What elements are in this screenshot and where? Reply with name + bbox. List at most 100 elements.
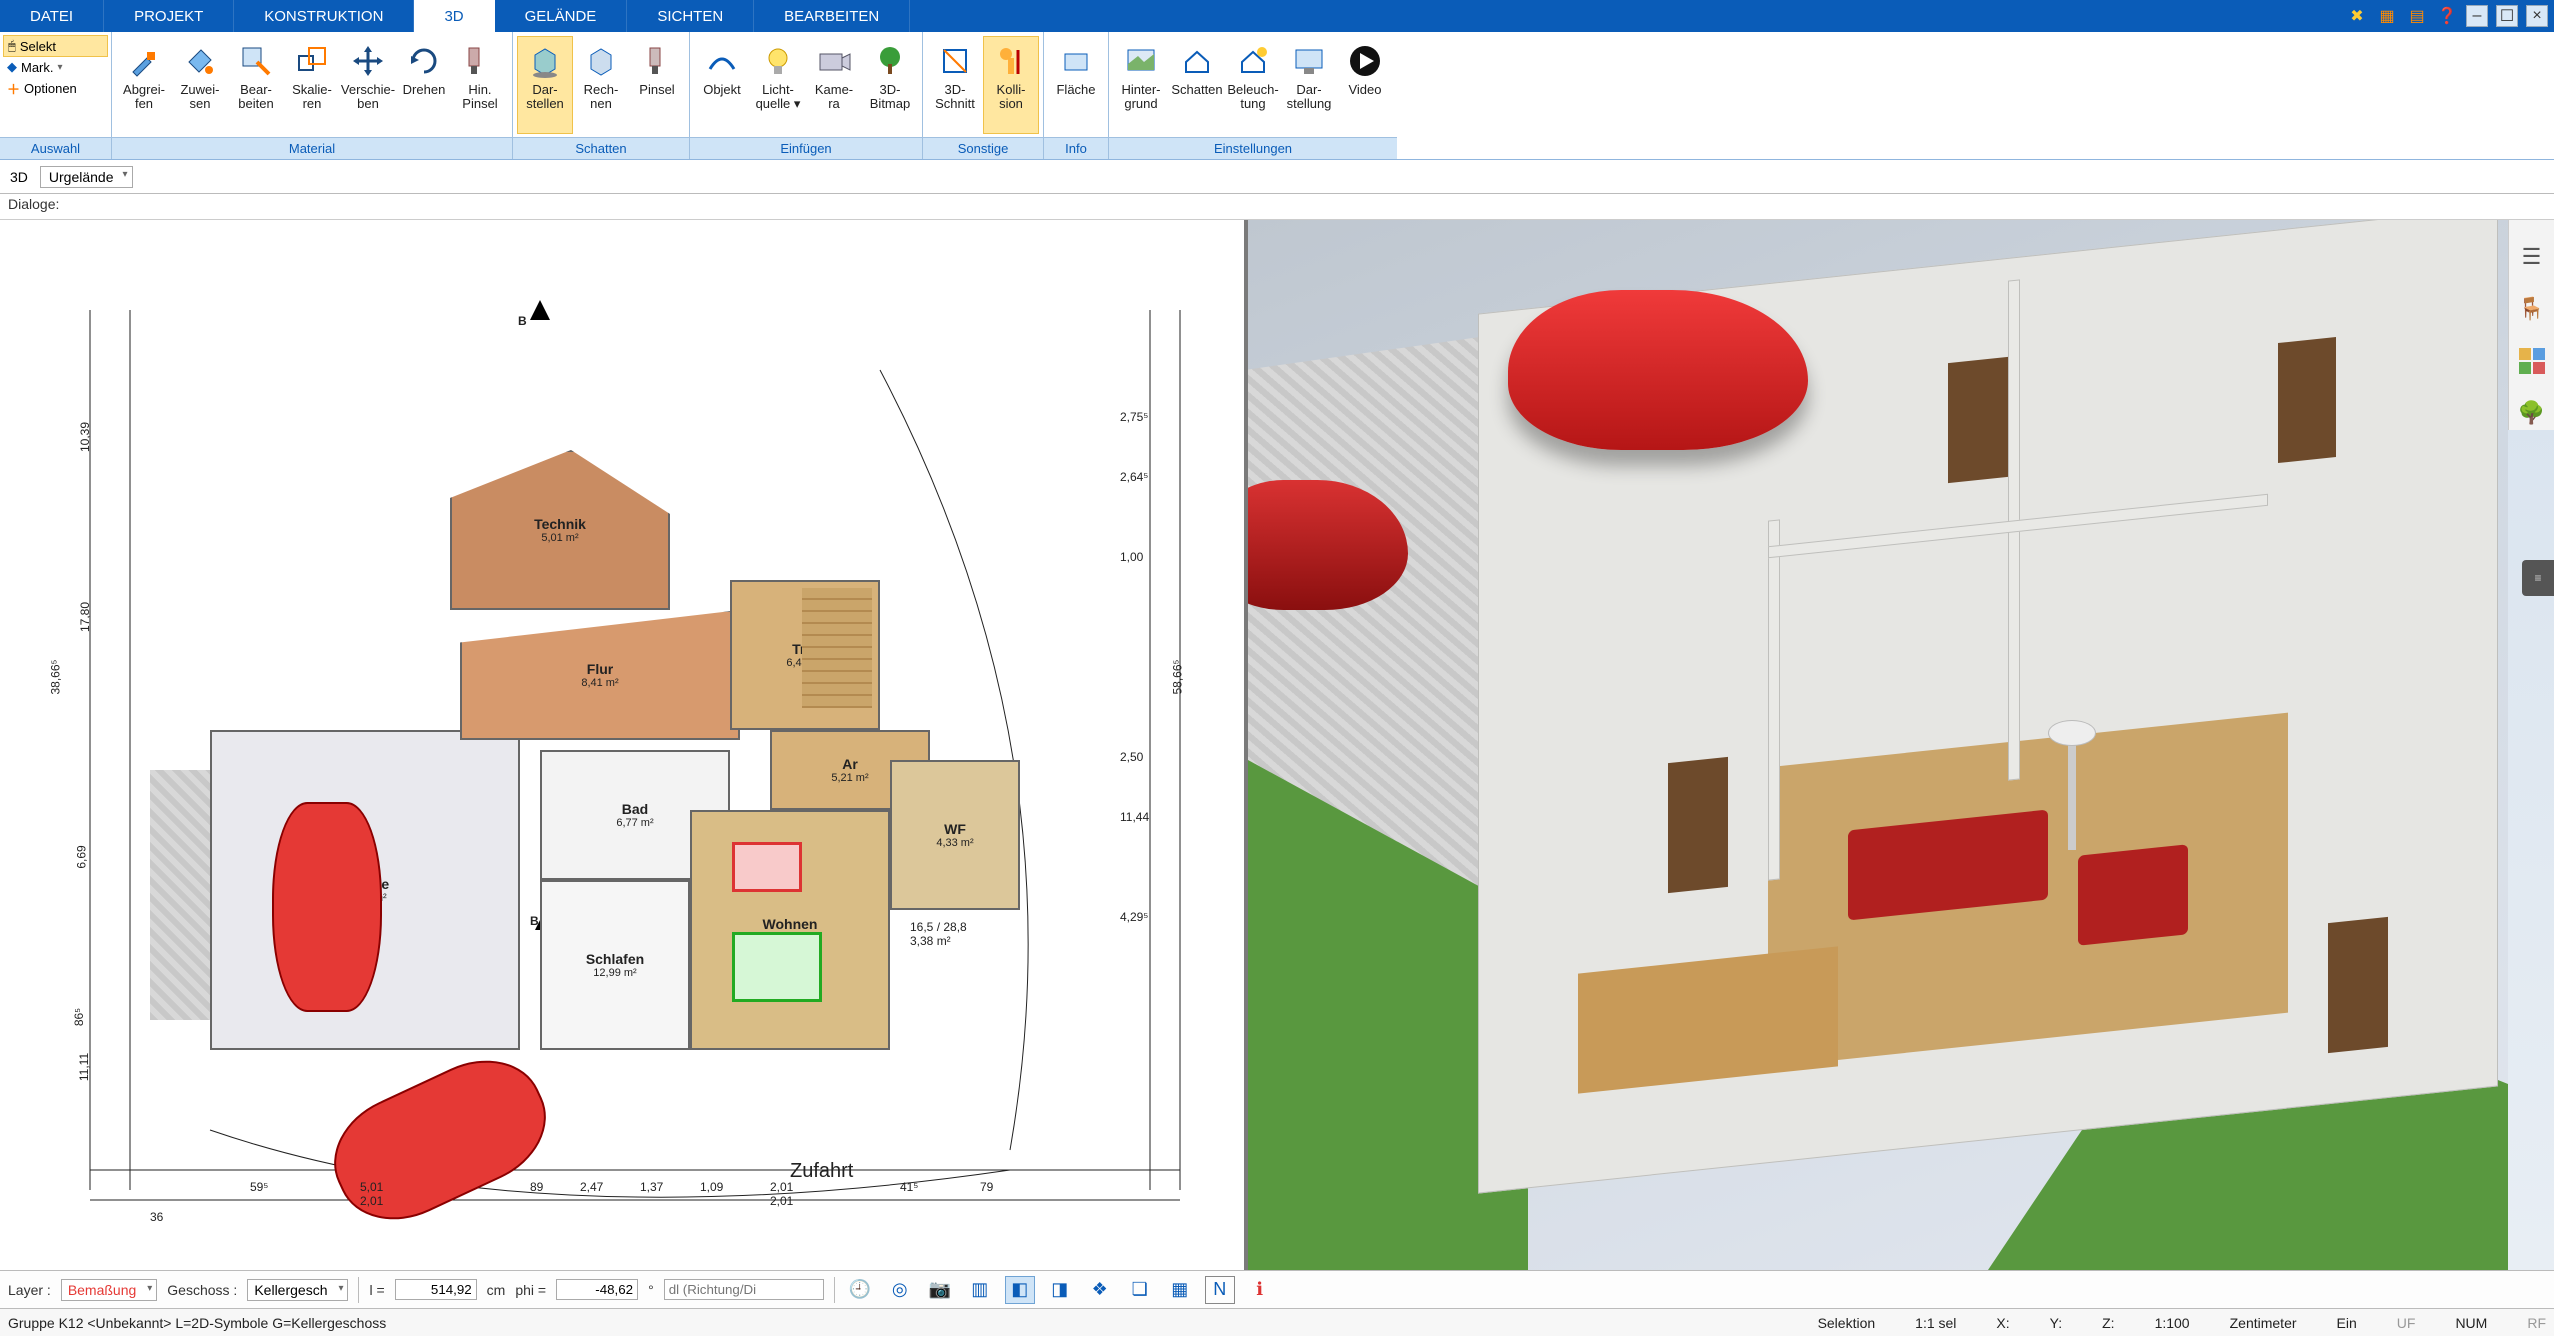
dim-l3: 86⁵ <box>72 1008 86 1026</box>
play-icon <box>1345 41 1385 81</box>
btn-beleuchtung[interactable]: Beleuch- tung <box>1225 36 1281 134</box>
menu-tab-projekt[interactable]: PROJEKT <box>104 0 234 32</box>
floor-plan[interactable]: Garage 30,48 m² Technik 5,01 m² Flur 8,4… <box>30 250 1210 1250</box>
tb-brick-icon[interactable]: ▦ <box>1165 1276 1195 1304</box>
mark-tool[interactable]: ◆Mark.▾ <box>3 57 108 77</box>
btn-kollision[interactable]: Kolli- sion <box>983 36 1039 134</box>
menu-tab-3d[interactable]: 3D <box>414 0 494 32</box>
length-input[interactable] <box>395 1279 477 1300</box>
layer-label: Layer : <box>8 1282 51 1298</box>
plus-icon: ＋ <box>7 79 20 98</box>
tb-camera-icon[interactable]: 📷 <box>925 1276 955 1304</box>
tb-north-icon[interactable]: N <box>1205 1276 1235 1304</box>
btn-darstellen[interactable]: Dar- stellen <box>517 36 573 134</box>
title-bar-icons: ✖ ▦ ▤ ❓ – ☐ × <box>2346 0 2554 32</box>
sub-toolbar: 3D Urgelände <box>0 160 2554 194</box>
status-scale: 1:100 <box>2155 1315 2190 1331</box>
btn-lichtquelle[interactable]: Licht- quelle ▾ <box>750 36 806 134</box>
object-icon <box>702 41 742 81</box>
btn-hinpinsel[interactable]: Hin. Pinsel <box>452 36 508 134</box>
dim-b2: 5,01 2,01 <box>360 1180 383 1208</box>
tb-cubea-icon[interactable]: ◧ <box>1005 1276 1035 1304</box>
btn-darstellung[interactable]: Dar- stellung <box>1281 36 1337 134</box>
tb-info-icon[interactable]: ℹ <box>1245 1276 1275 1304</box>
dim-r2: 1,00 <box>1120 550 1143 564</box>
sp-colorgrid-icon[interactable] <box>2515 344 2549 378</box>
scene-3d[interactable] <box>1248 220 2554 1270</box>
panel-toggle[interactable]: ≡ <box>2522 560 2554 596</box>
btn-flaeche[interactable]: Fläche <box>1048 36 1104 134</box>
tb-layers3-icon[interactable]: ❏ <box>1125 1276 1155 1304</box>
phi-input[interactable] <box>556 1279 638 1300</box>
box-icon[interactable]: ▦ <box>2376 5 2398 27</box>
menu-tab-datei[interactable]: DATEI <box>0 0 104 32</box>
layer-combo[interactable]: Urgelände <box>40 166 133 188</box>
menu-tab-gelaende[interactable]: GELÄNDE <box>495 0 628 32</box>
cube-shadow-icon <box>525 41 565 81</box>
btn-objekt[interactable]: Objekt <box>694 36 750 134</box>
maximize-button[interactable]: ☐ <box>2496 5 2518 27</box>
ribbon-group-schatten: Dar- stellen Rech- nen Pinsel Schatten <box>513 32 690 159</box>
pane-3d[interactable]: ☰ 🪑 🌳 ≡ <box>1248 220 2554 1270</box>
lighting-icon <box>1233 41 1273 81</box>
room-wohnen[interactable]: Wohnen 25,00 m² <box>690 810 890 1050</box>
sp-chair-icon[interactable]: 🪑 <box>2515 292 2549 326</box>
geschoss-label: Geschoss : <box>167 1282 237 1298</box>
room-wf[interactable]: WF 4,33 m² <box>890 760 1020 910</box>
dim-b6: 1,09 <box>700 1180 723 1194</box>
btn-schatten-e[interactable]: Schatten <box>1169 36 1225 134</box>
car-garage <box>272 802 382 1012</box>
tb-clock-icon[interactable]: 🕘 <box>845 1276 875 1304</box>
btn-kamera[interactable]: Kame- ra <box>806 36 862 134</box>
pane-2d[interactable]: Garage 30,48 m² Technik 5,01 m² Flur 8,4… <box>0 220 1248 1270</box>
ribbon-caption-auswahl: Auswahl <box>0 137 111 159</box>
close-button[interactable]: × <box>2526 5 2548 27</box>
ribbon-group-einfuegen: Objekt Licht- quelle ▾ Kame- ra 3D- Bitm… <box>690 32 923 159</box>
cursor-icon: 🖱 <box>8 38 16 54</box>
btn-drehen[interactable]: Drehen <box>396 36 452 134</box>
dl-input[interactable] <box>664 1279 824 1300</box>
dim-l2: 6,69 <box>75 845 89 868</box>
room-trh[interactable]: Trh. 6,42 m² <box>730 580 880 730</box>
geschoss-select[interactable]: Kellergesch <box>247 1279 348 1301</box>
btn-bearbeiten[interactable]: Bear- beiten <box>228 36 284 134</box>
select-tool[interactable]: 🖱Selekt <box>3 35 108 57</box>
btn-pinsel[interactable]: Pinsel <box>629 36 685 134</box>
btn-zuweisen[interactable]: Zuwei- sen <box>172 36 228 134</box>
menu-tab-konstruktion[interactable]: KONSTRUKTION <box>234 0 414 32</box>
btn-abgreifen[interactable]: Abgrei- fen <box>116 36 172 134</box>
control-bar: Layer : Bemaßung Geschoss : Kellergesch … <box>0 1270 2554 1308</box>
wrench-icon[interactable]: ✖ <box>2346 5 2368 27</box>
btn-skalieren[interactable]: Skalie- ren <box>284 36 340 134</box>
btn-rechnen[interactable]: Rech- nen <box>573 36 629 134</box>
options-tool[interactable]: ＋Optionen <box>3 77 108 100</box>
btn-hintergrund[interactable]: Hinter- grund <box>1113 36 1169 134</box>
stack-icon[interactable]: ▤ <box>2406 5 2428 27</box>
minimize-button[interactable]: – <box>2466 5 2488 27</box>
tree-icon <box>870 41 910 81</box>
menu-tab-bearbeiten[interactable]: BEARBEITEN <box>754 0 910 32</box>
btn-3dschnitt[interactable]: 3D- Schnitt <box>927 36 983 134</box>
dim-r4: 2,50 <box>1120 750 1143 764</box>
tb-cubeb-icon[interactable]: ◨ <box>1045 1276 1075 1304</box>
btn-3dbitmap[interactable]: 3D- Bitmap <box>862 36 918 134</box>
dialoge-label: Dialoge: <box>8 196 59 212</box>
tb-layers2-icon[interactable]: ❖ <box>1085 1276 1115 1304</box>
sp-tree-icon[interactable]: 🌳 <box>2515 396 2549 430</box>
section-icon <box>935 41 975 81</box>
label-zufahrt: Zufahrt <box>790 1160 853 1183</box>
tb-stack-icon[interactable]: ▥ <box>965 1276 995 1304</box>
btn-video[interactable]: Video <box>1337 36 1393 134</box>
sp-layers-icon[interactable]: ☰ <box>2515 240 2549 274</box>
menu-tab-sichten[interactable]: SICHTEN <box>627 0 754 32</box>
car3d-red <box>1508 290 1808 450</box>
layer-select[interactable]: Bemaßung <box>61 1279 157 1301</box>
view-mode-label: 3D <box>6 169 32 185</box>
ribbon-group-einstellungen: Hinter- grund Schatten Beleuch- tung Dar… <box>1109 32 1397 159</box>
btn-verschieben[interactable]: Verschie- ben <box>340 36 396 134</box>
room-garage[interactable]: Garage 30,48 m² <box>210 730 520 1050</box>
help-icon[interactable]: ❓ <box>2436 5 2458 27</box>
display-icon <box>1289 41 1329 81</box>
room-schlafen[interactable]: Schlafen 12,99 m² <box>540 880 690 1050</box>
tb-target-icon[interactable]: ◎ <box>885 1276 915 1304</box>
